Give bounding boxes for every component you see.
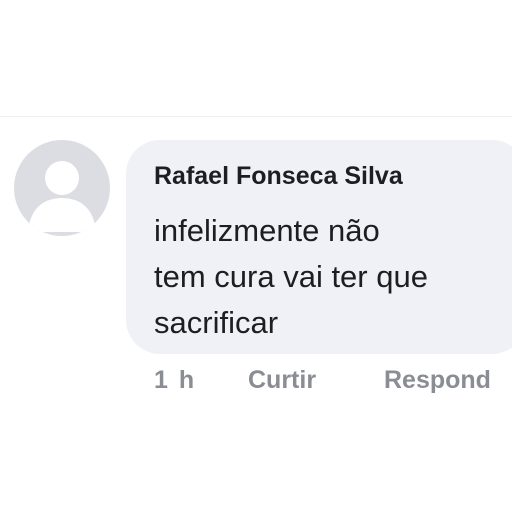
comment-screen: Rafael Fonseca Silva infelizmente não te…	[0, 0, 512, 512]
comment-text: infelizmente não tem cura vai ter que sa…	[154, 208, 512, 346]
default-user-icon	[28, 161, 96, 232]
reply-button[interactable]: Respond	[384, 366, 491, 395]
comment-actions: 1 h Curtir Respond	[0, 366, 512, 402]
like-button[interactable]: Curtir	[248, 366, 316, 395]
comment-timestamp[interactable]: 1 h	[154, 366, 196, 395]
comment-text-line: sacrificar	[154, 305, 279, 340]
avatar[interactable]	[14, 140, 110, 236]
comment-bubble: Rafael Fonseca Silva infelizmente não te…	[126, 140, 512, 354]
comment-author[interactable]: Rafael Fonseca Silva	[154, 162, 403, 191]
comment-text-line: tem cura vai ter que	[154, 259, 428, 294]
divider	[0, 116, 512, 117]
comment-text-line: infelizmente não	[154, 213, 380, 248]
comment: Rafael Fonseca Silva infelizmente não te…	[0, 140, 512, 400]
